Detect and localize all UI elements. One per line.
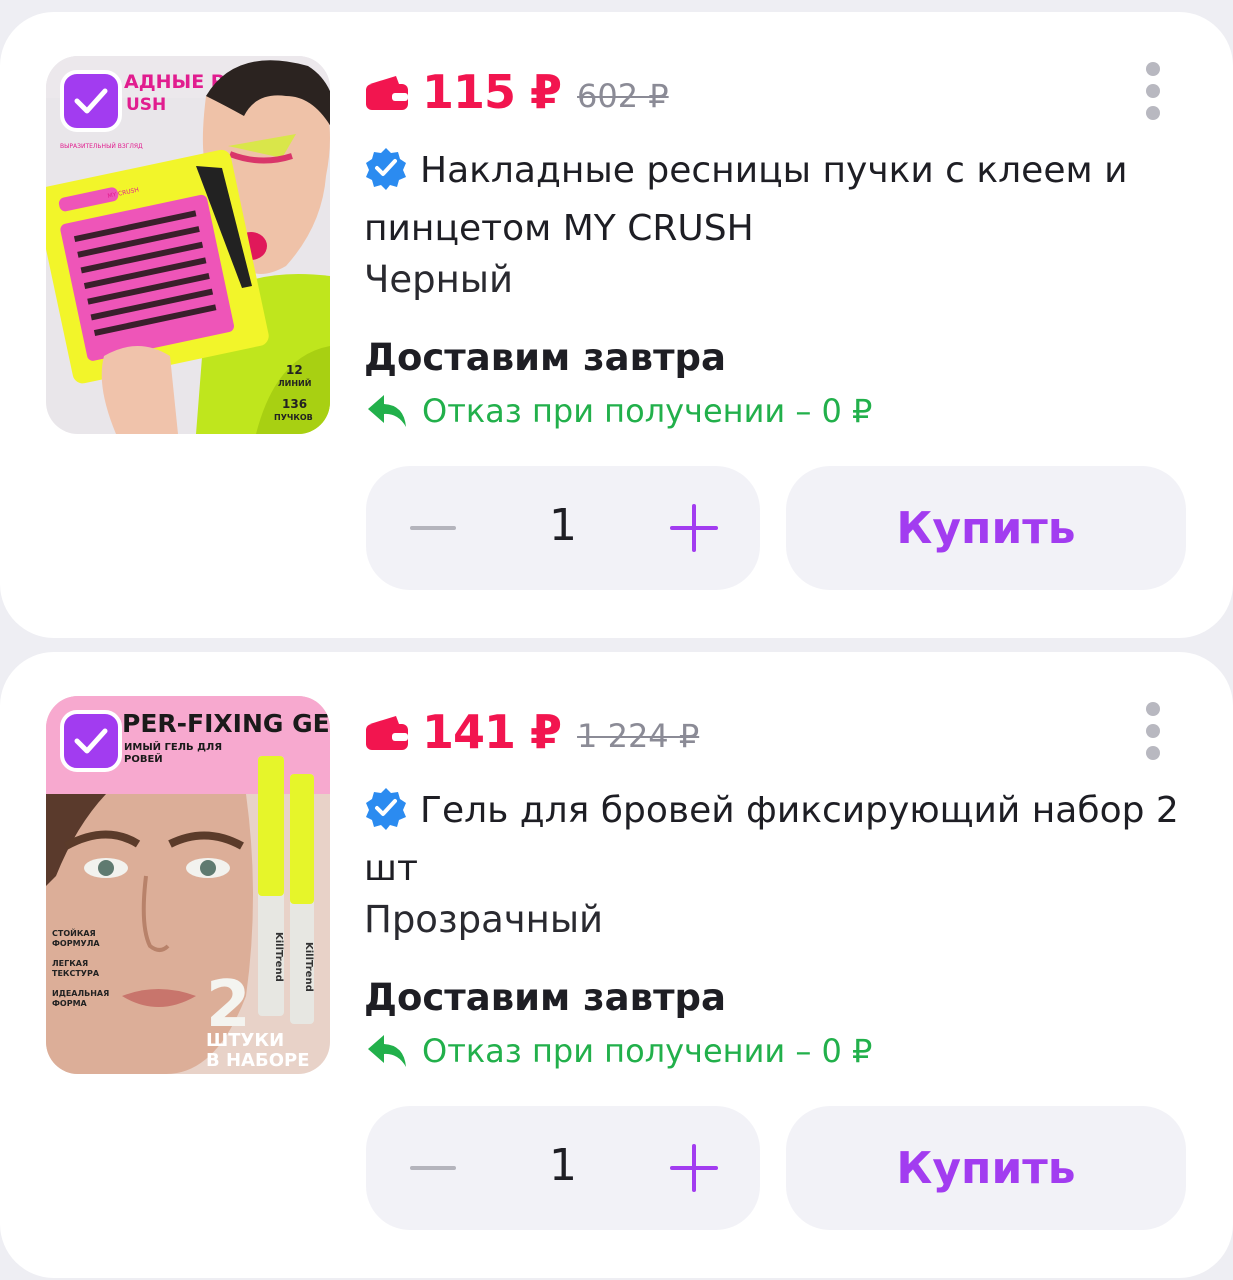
refund-info: Отказ при получении – 0 ₽	[366, 1032, 872, 1070]
current-price: 115 ₽	[422, 65, 562, 119]
return-arrow-icon	[368, 395, 406, 427]
product-image[interactable]: АДНЫЕ РЕСНИЦЫ USH ВЫРАЗИТЕЛЬНЫЙ ВЗГЛЯД	[46, 56, 330, 434]
product-title[interactable]: Накладные ресницы пучки с клеем и пинцет…	[364, 142, 1194, 258]
svg-text:ТЕКСТУРА: ТЕКСТУРА	[52, 969, 100, 978]
svg-text:12: 12	[286, 363, 303, 377]
wallet-icon	[366, 716, 408, 750]
select-checkbox[interactable]	[60, 70, 122, 132]
product-title-text: Накладные ресницы пучки с клеем и пинцет…	[364, 150, 1128, 249]
refund-info: Отказ при получении – 0 ₽	[366, 392, 872, 430]
refund-text: Отказ при получении – 0 ₽	[422, 1032, 873, 1070]
more-options-icon[interactable]	[1140, 702, 1166, 762]
svg-text:ФОРМА: ФОРМА	[52, 999, 88, 1008]
product-variant: Прозрачный	[364, 898, 604, 941]
delivery-info: Доставим завтра	[364, 976, 726, 1019]
product-variant: Черный	[364, 258, 514, 301]
quantity-stepper: 1	[366, 466, 760, 590]
product-title[interactable]: Гель для бровей фиксирующий набор 2 шт	[364, 782, 1194, 898]
buy-button[interactable]: Купить	[786, 466, 1186, 590]
svg-text:PER-FIXING GEL: PER-FIXING GEL	[122, 709, 330, 738]
svg-text:СТОЙКАЯ: СТОЙКАЯ	[52, 927, 96, 938]
verified-icon	[366, 788, 406, 830]
decrease-button[interactable]	[410, 526, 456, 530]
svg-text:KillTrend: KillTrend	[273, 932, 284, 982]
svg-text:ВЫРАЗИТЕЛЬНЫЙ ВЗГЛЯД: ВЫРАЗИТЕЛЬНЫЙ ВЗГЛЯД	[60, 143, 143, 150]
quantity-stepper: 1	[366, 1106, 760, 1230]
product-title-text: Гель для бровей фиксирующий набор 2 шт	[364, 790, 1179, 889]
price-row: 141 ₽ 1 224 ₽	[366, 702, 699, 762]
verified-icon	[366, 148, 406, 190]
svg-text:РОВЕЙ: РОВЕЙ	[124, 752, 163, 765]
delivery-info: Доставим завтра	[364, 336, 726, 379]
svg-text:В НАБОРЕ: В НАБОРЕ	[206, 1050, 310, 1071]
wallet-icon	[366, 76, 408, 110]
buy-button[interactable]: Купить	[786, 1106, 1186, 1230]
price-row: 115 ₽ 602 ₽	[366, 62, 669, 122]
svg-text:ЛИНИЙ: ЛИНИЙ	[278, 377, 311, 388]
product-card: АДНЫЕ РЕСНИЦЫ USH ВЫРАЗИТЕЛЬНЫЙ ВЗГЛЯД	[0, 12, 1233, 638]
checkmark-icon	[74, 728, 108, 754]
old-price: 602 ₽	[577, 77, 669, 115]
svg-text:ШТУКИ: ШТУКИ	[206, 1030, 284, 1051]
product-image[interactable]: PER-FIXING GEL ИМЫЙ ГЕЛЬ ДЛЯ РОВЕЙ KillT…	[46, 696, 330, 1074]
svg-text:ФОРМУЛА: ФОРМУЛА	[52, 939, 100, 948]
svg-text:ИМЫЙ ГЕЛЬ ДЛЯ: ИМЫЙ ГЕЛЬ ДЛЯ	[124, 740, 222, 753]
return-arrow-icon	[368, 1035, 406, 1067]
decrease-button[interactable]	[410, 1166, 456, 1170]
current-price: 141 ₽	[422, 705, 562, 759]
old-price: 1 224 ₽	[577, 717, 700, 755]
svg-text:ПУЧКОВ: ПУЧКОВ	[274, 413, 313, 422]
checkmark-icon	[74, 88, 108, 114]
quantity-value: 1	[549, 500, 577, 551]
refund-text: Отказ при получении – 0 ₽	[422, 392, 873, 430]
increase-button[interactable]	[670, 1144, 718, 1192]
svg-text:USH: USH	[126, 95, 166, 115]
select-checkbox[interactable]	[60, 710, 122, 772]
increase-button[interactable]	[670, 504, 718, 552]
svg-text:ЛЕГКАЯ: ЛЕГКАЯ	[52, 959, 88, 968]
more-options-icon[interactable]	[1140, 62, 1166, 122]
quantity-value: 1	[549, 1140, 577, 1191]
product-card: PER-FIXING GEL ИМЫЙ ГЕЛЬ ДЛЯ РОВЕЙ KillT…	[0, 652, 1233, 1278]
svg-text:ИДЕАЛЬНАЯ: ИДЕАЛЬНАЯ	[52, 989, 109, 998]
svg-text:KillTrend: KillTrend	[303, 942, 314, 992]
svg-text:136: 136	[282, 397, 307, 411]
